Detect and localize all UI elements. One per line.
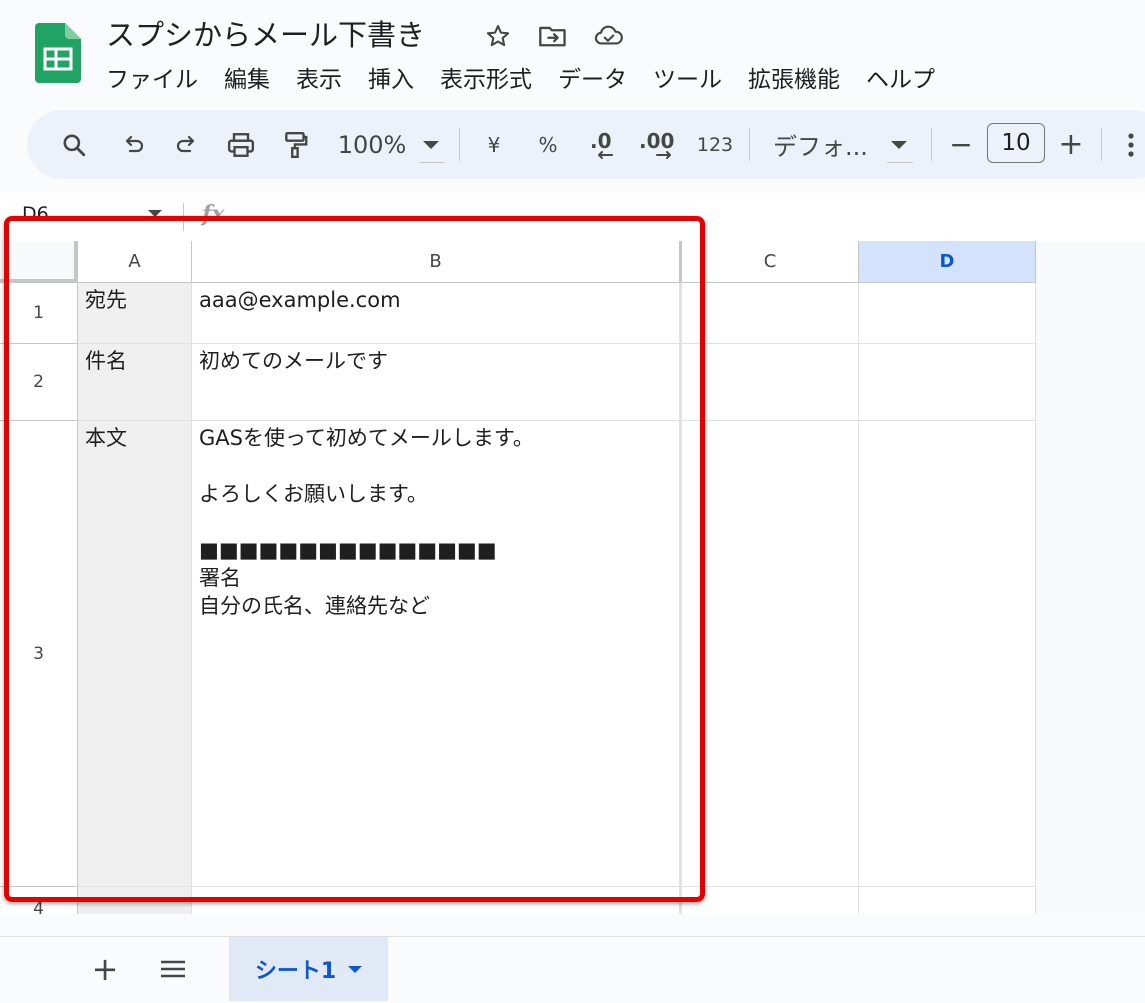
fx-icon: fx xyxy=(202,201,225,227)
add-sheet-button[interactable]: + xyxy=(88,937,122,1001)
menu-edit[interactable]: 編集 xyxy=(211,60,283,94)
cell-d2[interactable] xyxy=(859,344,1036,421)
menu-insert[interactable]: 挿入 xyxy=(355,60,427,94)
cloud-saved-icon[interactable] xyxy=(593,20,625,52)
currency-format-button[interactable]: ¥ xyxy=(479,110,509,179)
cell-b4[interactable] xyxy=(192,887,682,914)
print-icon[interactable] xyxy=(223,110,259,179)
zoom-dropdown-icon[interactable] xyxy=(423,110,439,179)
all-sheets-icon[interactable] xyxy=(156,937,190,1001)
menu-data[interactable]: データ xyxy=(545,60,640,94)
column-header-c[interactable]: C xyxy=(682,241,859,283)
menu-file[interactable]: ファイル xyxy=(106,60,211,94)
cell-a1[interactable]: 宛先 xyxy=(78,283,192,344)
grid-empty-area xyxy=(1036,241,1145,914)
cell-c2[interactable] xyxy=(682,344,859,421)
cell-d1[interactable] xyxy=(859,283,1036,344)
sheet-tab-dropdown-icon[interactable] xyxy=(348,965,363,973)
menu-view[interactable]: 表示 xyxy=(283,60,355,94)
menu-help[interactable]: ヘルプ xyxy=(853,60,948,94)
percent-format-button[interactable]: % xyxy=(533,110,563,179)
font-size-input[interactable]: 10 xyxy=(987,123,1045,163)
paint-format-icon[interactable] xyxy=(279,110,313,179)
menu-bar: ファイル 編集 表示 挿入 表示形式 データ ツール 拡張機能 ヘルプ xyxy=(106,60,948,94)
increase-decimal-button[interactable]: .00 xyxy=(637,110,681,179)
toolbar: 100% ¥ % .0 .00 123 デフォ... − 10 + xyxy=(27,110,1145,179)
menu-extensions[interactable]: 拡張機能 xyxy=(735,60,853,94)
menu-tools[interactable]: ツール xyxy=(640,60,735,94)
document-title[interactable]: スプシからメール下書き xyxy=(106,12,425,54)
name-box[interactable]: D6 xyxy=(22,203,49,225)
select-all-corner[interactable] xyxy=(0,241,78,283)
undo-icon[interactable] xyxy=(117,110,151,179)
cell-d3[interactable] xyxy=(859,421,1036,887)
decrease-decimal-label: .0 xyxy=(590,129,612,153)
font-select[interactable]: デフォ... xyxy=(773,110,869,179)
formula-bar-divider xyxy=(183,203,184,231)
sheet-tab-label: シート1 xyxy=(254,959,337,984)
cell-d4[interactable] xyxy=(859,887,1036,914)
menu-format[interactable]: 表示形式 xyxy=(427,60,545,94)
cell-a4[interactable] xyxy=(78,887,192,914)
name-box-dropdown-icon[interactable] xyxy=(148,210,162,217)
decrease-font-size-button[interactable]: − xyxy=(947,110,975,179)
column-header-a[interactable]: A xyxy=(78,241,192,283)
redo-icon[interactable] xyxy=(169,110,203,179)
google-sheets-window: スプシからメール下書き ファイル 編集 表示 挿入 表示形式 データ ツール 拡… xyxy=(0,0,1145,1003)
more-options-icon[interactable] xyxy=(1119,110,1143,179)
cell-b2[interactable]: 初めてのメールです xyxy=(192,344,682,421)
move-to-folder-icon[interactable] xyxy=(537,20,569,52)
zoom-select[interactable]: 100% xyxy=(333,110,411,179)
search-menus-icon[interactable] xyxy=(57,110,91,179)
row-header-1[interactable]: 1 xyxy=(0,283,78,344)
decrease-decimal-button[interactable]: .0 xyxy=(583,110,623,179)
cell-c1[interactable] xyxy=(682,283,859,344)
font-dropdown-icon[interactable] xyxy=(891,110,907,179)
cell-a2[interactable]: 件名 xyxy=(78,344,192,421)
sheet-tab-sheet1[interactable]: シート1 xyxy=(229,937,388,1001)
cell-c3[interactable] xyxy=(682,421,859,887)
row-header-3[interactable]: 3 xyxy=(0,421,78,887)
spreadsheet-grid: A B C D 1 宛先 aaa@example.com 2 件名 初めてのメー… xyxy=(0,241,1145,914)
column-header-b[interactable]: B xyxy=(192,241,682,283)
row-header-4[interactable]: 4 xyxy=(0,887,78,914)
row-header-2[interactable]: 2 xyxy=(0,344,78,421)
cell-a3[interactable]: 本文 xyxy=(78,421,192,887)
sheet-tab-bar: + シート1 xyxy=(0,936,1145,1003)
increase-font-size-button[interactable]: + xyxy=(1057,110,1085,179)
cell-b3[interactable]: GASを使って初めてメールします。 よろしくお願いします。 ■■■■■■■■■■… xyxy=(192,421,682,887)
number-format-button[interactable]: 123 xyxy=(693,110,737,179)
cell-c4[interactable] xyxy=(682,887,859,914)
cell-b1[interactable]: aaa@example.com xyxy=(192,283,682,344)
star-icon[interactable] xyxy=(482,20,514,52)
sheets-logo[interactable] xyxy=(35,23,81,83)
formula-bar: D6 xyxy=(0,193,1145,241)
increase-decimal-label: .00 xyxy=(639,129,674,153)
column-header-d[interactable]: D xyxy=(859,241,1036,283)
